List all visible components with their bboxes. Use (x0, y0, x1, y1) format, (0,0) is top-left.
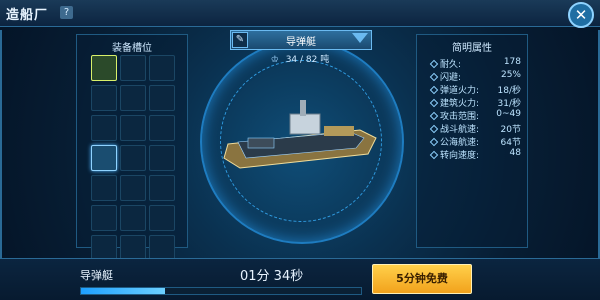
attribute-value: 25% (500, 70, 521, 80)
equipment-slot[interactable] (120, 145, 146, 171)
ship-name: 导弹艇 (286, 37, 316, 48)
equipment-slot[interactable] (91, 145, 117, 171)
equipment-slot[interactable] (91, 115, 117, 141)
equipment-slot[interactable] (91, 55, 117, 81)
equipment-slot-grid (91, 55, 181, 261)
equipment-slot[interactable] (149, 115, 175, 141)
attribute-label: 转向速度: (429, 148, 479, 161)
shipyard-screen: 造船厂 ? ✕ 装备槽位 导弹艇 ✎ ♔ 34 / 82 吨 简明属性 耐久: 1… (0, 0, 600, 300)
ship-stern-block-shape (324, 126, 354, 136)
build-status-bar: 导弹艇 01分 34秒 (0, 258, 600, 300)
build-progress-bar (80, 287, 362, 295)
attribute-label: 建筑火力: (429, 96, 479, 109)
free-speedup-button[interactable]: 5分钟免费 (372, 264, 472, 294)
attribute-label: 公海航速: (429, 135, 479, 148)
bullet-icon (429, 137, 439, 147)
equipment-slot[interactable] (149, 145, 175, 171)
attribute-row: 公海航速: 64节 (429, 135, 521, 148)
attribute-row: 攻击范围: 0~49 (429, 109, 521, 122)
bullet-icon (429, 85, 439, 95)
attribute-label: 弹道火力: (429, 83, 479, 96)
capacity-value: 34 / 82 吨 (285, 55, 330, 65)
attribute-row: 弹道火力: 18/秒 (429, 83, 522, 96)
bullet-icon (429, 72, 439, 82)
attribute-value: 18/秒 (497, 86, 522, 96)
bullet-icon (429, 124, 439, 134)
ship-mast-shape (300, 100, 306, 116)
attribute-row: 转向速度: 48 (429, 148, 521, 161)
attribute-row: 闪避: 25% (429, 70, 521, 83)
attribute-value: 64节 (500, 138, 521, 148)
attribute-label: 战斗航速: (429, 122, 479, 135)
equipment-slot[interactable] (149, 175, 175, 201)
ship-bridge-shape (289, 113, 321, 135)
ship-missile-pod-shape (247, 137, 275, 149)
bullet-icon (429, 98, 439, 108)
attributes-title: 简明属性 (452, 43, 492, 54)
attributes-panel: 简明属性 耐久: 178 闪避: 25% 弹道火力: 18/秒 建筑火力: 31/秒 攻击范围:… (416, 34, 528, 248)
equipment-slot[interactable] (91, 205, 117, 231)
frame-right (582, 30, 600, 260)
ship-capacity: ♔ 34 / 82 吨 (260, 52, 340, 65)
capacity-icon: ♔ (270, 55, 279, 65)
attributes-list: 耐久: 178 闪避: 25% 弹道火力: 18/秒建筑火力: 31/秒攻击范围: 0~49 战… (429, 57, 522, 161)
build-progress-fill (81, 288, 165, 294)
bullet-icon (429, 150, 439, 160)
equipment-slot[interactable] (91, 175, 117, 201)
attribute-label: 耐久: (429, 57, 461, 70)
attribute-value: 178 (503, 57, 521, 67)
equipment-slot[interactable] (91, 85, 117, 111)
equipment-slots-title: 装备槽位 (112, 43, 152, 54)
dropdown-arrow-icon[interactable] (352, 33, 368, 43)
missile-boat-image (223, 100, 377, 169)
close-button[interactable]: ✕ (568, 2, 594, 28)
attribute-label: 攻击范围: (429, 109, 479, 122)
bullet-icon (429, 59, 439, 69)
equipment-slot[interactable] (149, 85, 175, 111)
attribute-value: 20节 (500, 125, 521, 135)
edit-icon[interactable]: ✎ (232, 32, 248, 48)
equipment-slot[interactable] (149, 205, 175, 231)
equipment-slot[interactable] (120, 115, 146, 141)
ship-name-tab[interactable]: 导弹艇 (230, 30, 372, 50)
frame-left (0, 30, 18, 260)
build-time-remaining: 01分 34秒 (240, 269, 304, 284)
attribute-row: 建筑火力: 31/秒 (429, 96, 522, 109)
building-ship-name: 导弹艇 (80, 269, 113, 282)
equipment-slot[interactable] (120, 205, 146, 231)
attribute-value: 48 (509, 148, 521, 158)
help-icon[interactable]: ? (60, 6, 73, 19)
attribute-value: 0~49 (496, 109, 521, 119)
attribute-row: 耐久: 178 (429, 57, 521, 70)
bullet-icon (429, 111, 439, 121)
equipment-slot[interactable] (149, 55, 175, 81)
equipment-slots-panel: 装备槽位 (76, 34, 188, 261)
attribute-row: 战斗航速: 20节 (429, 122, 521, 135)
top-bar: 造船厂 ? ✕ (0, 0, 600, 28)
equipment-slot[interactable] (120, 85, 146, 111)
equipment-slot[interactable] (120, 55, 146, 81)
attribute-value: 31/秒 (497, 99, 522, 109)
page-title: 造船厂 (6, 8, 49, 23)
attribute-label: 闪避: (429, 70, 461, 83)
equipment-slot[interactable] (120, 175, 146, 201)
